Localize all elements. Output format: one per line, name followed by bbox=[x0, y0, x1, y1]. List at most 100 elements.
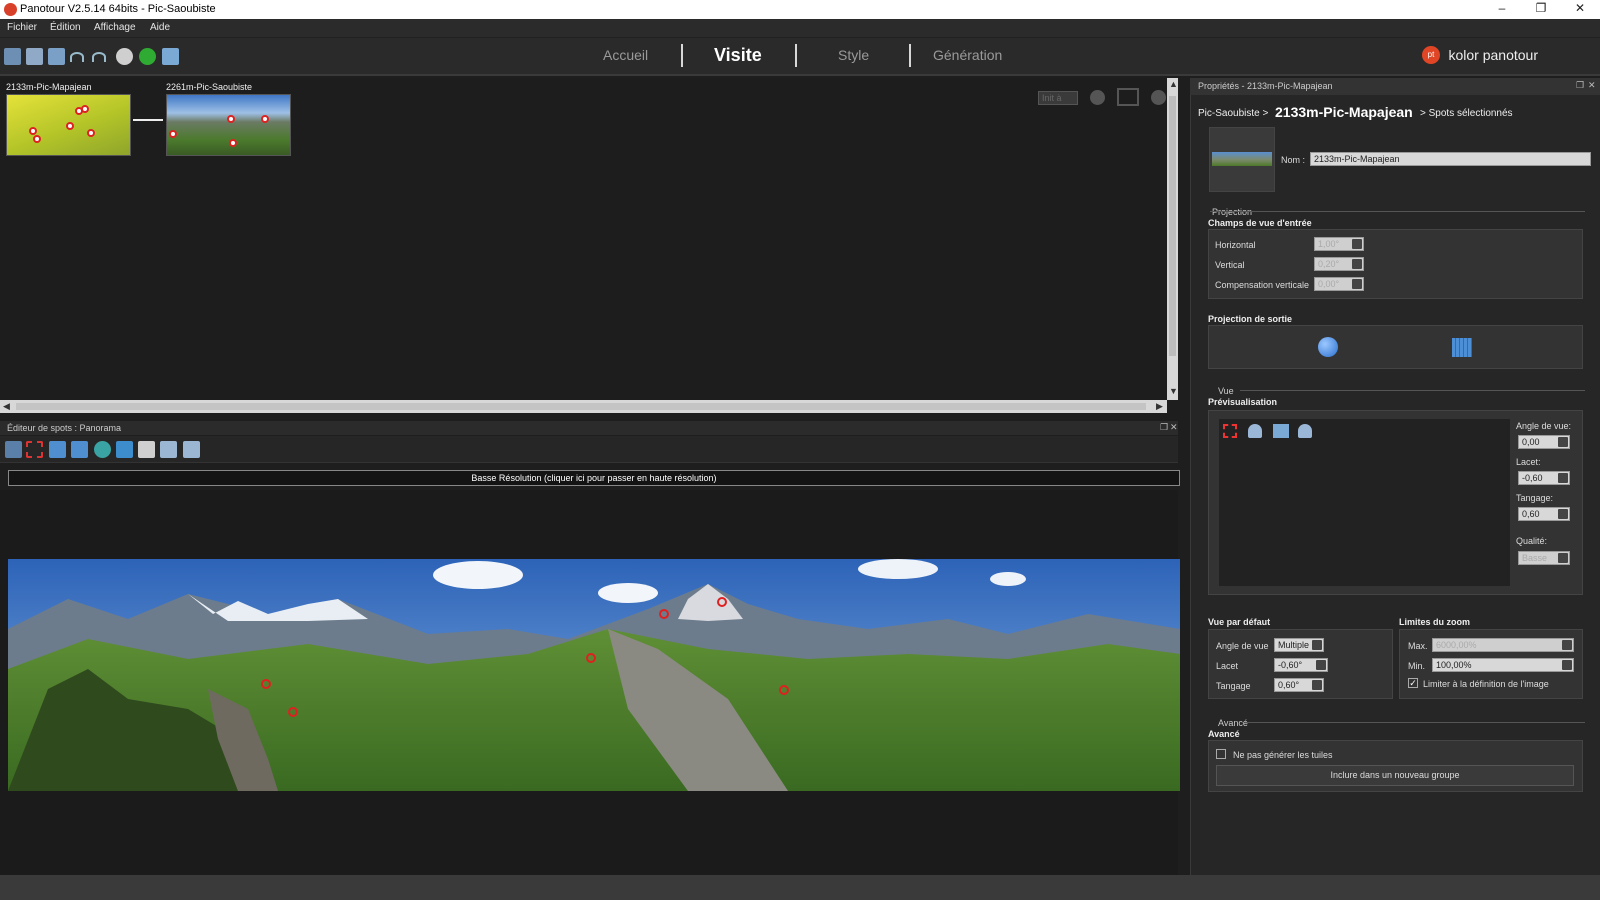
tab-style[interactable]: Style bbox=[838, 47, 869, 63]
add-point-spot-icon[interactable] bbox=[49, 441, 66, 458]
tour-vertical-scrollbar[interactable]: ▲ ▼ bbox=[1167, 78, 1178, 400]
tab-visite[interactable]: Visite bbox=[714, 45, 762, 66]
minimize-icon[interactable]: – bbox=[1488, 1, 1516, 15]
compensation-field[interactable]: 0,00° bbox=[1314, 277, 1364, 291]
scroll-up-icon[interactable]: ▲ bbox=[1169, 79, 1178, 89]
scroll-down-icon[interactable]: ▼ bbox=[1169, 386, 1178, 396]
spin-icon[interactable] bbox=[1352, 239, 1362, 249]
spot-marker[interactable] bbox=[81, 105, 89, 113]
maximize-icon[interactable]: ❐ bbox=[1527, 1, 1555, 15]
zoom-init-field[interactable]: Init à bbox=[1038, 91, 1078, 105]
tab-generation[interactable]: Génération bbox=[933, 47, 1002, 63]
spin-icon[interactable] bbox=[1352, 279, 1362, 289]
spin-icon[interactable] bbox=[1316, 660, 1326, 670]
add-picture-spot-icon[interactable] bbox=[183, 441, 200, 458]
scroll-left-icon[interactable]: ◀ bbox=[3, 401, 10, 412]
spin-icon[interactable] bbox=[1558, 509, 1568, 519]
spin-icon[interactable] bbox=[1352, 259, 1362, 269]
zoom-in-icon[interactable] bbox=[1151, 90, 1166, 105]
gear-icon[interactable] bbox=[116, 48, 133, 65]
close-icon[interactable]: ✕ bbox=[1566, 1, 1594, 15]
pano-thumbnail[interactable] bbox=[166, 94, 291, 156]
spot-marker[interactable] bbox=[229, 139, 237, 147]
play-icon[interactable] bbox=[139, 48, 156, 65]
default-tangage-label: Tangage bbox=[1216, 681, 1251, 691]
default-lacet-field[interactable]: -0,60° bbox=[1274, 658, 1328, 672]
add-zoom-spot-icon[interactable] bbox=[94, 441, 111, 458]
add-image-icon[interactable] bbox=[48, 48, 65, 65]
zoom-out-icon[interactable] bbox=[1248, 424, 1262, 438]
save-icon[interactable] bbox=[26, 48, 43, 65]
spot-marker[interactable] bbox=[29, 127, 37, 135]
tab-accueil[interactable]: Accueil bbox=[603, 47, 648, 63]
detach-icon[interactable]: ❐ bbox=[1576, 80, 1584, 91]
default-angle-select[interactable]: Multiple bbox=[1274, 638, 1324, 652]
spin-icon[interactable] bbox=[1312, 680, 1322, 690]
zoom-min-field[interactable]: 100,00% bbox=[1432, 658, 1574, 672]
spot-marker[interactable] bbox=[66, 122, 74, 130]
preview-window-icon[interactable] bbox=[162, 48, 179, 65]
menu-aide[interactable]: Aide bbox=[150, 22, 170, 33]
add-star-spot-icon[interactable] bbox=[116, 441, 133, 458]
limit-checkbox[interactable]: ✓ bbox=[1408, 678, 1418, 688]
flat-projection-icon[interactable] bbox=[1452, 338, 1472, 357]
properties-title: Propriétés - 2133m-Pic-Mapajean bbox=[1198, 81, 1333, 91]
scroll-right-icon[interactable]: ▶ bbox=[1156, 401, 1163, 412]
pano-thumbnail[interactable] bbox=[6, 94, 131, 156]
new-group-button[interactable]: Inclure dans un nouveau groupe bbox=[1216, 765, 1574, 786]
zoom-out-icon[interactable] bbox=[1090, 90, 1105, 105]
spot-marker[interactable] bbox=[261, 115, 269, 123]
horizontal-field[interactable]: 1,00° bbox=[1314, 237, 1364, 251]
preview-viewport[interactable] bbox=[1219, 419, 1510, 586]
tiles-checkbox[interactable] bbox=[1216, 749, 1226, 759]
menu-fichier[interactable]: Fichier bbox=[7, 22, 37, 33]
advanced-section[interactable]: Avancé bbox=[1218, 718, 1248, 728]
spin-icon[interactable] bbox=[1558, 437, 1568, 447]
add-pano-spot-icon[interactable] bbox=[160, 441, 177, 458]
chevron-down-icon[interactable] bbox=[1558, 553, 1568, 563]
zoom-in-icon[interactable] bbox=[1298, 424, 1312, 438]
spin-icon[interactable] bbox=[1562, 640, 1572, 650]
vertical-field[interactable]: 0,20° bbox=[1314, 257, 1364, 271]
breadcrumb-parent[interactable]: Pic-Saoubiste > bbox=[1198, 108, 1268, 119]
spin-icon[interactable] bbox=[1562, 660, 1572, 670]
qualite-select[interactable]: Basse bbox=[1518, 551, 1570, 565]
sphere-projection-icon[interactable] bbox=[1318, 337, 1338, 357]
tangage-field[interactable]: 0,60 bbox=[1518, 507, 1570, 521]
vue-section[interactable]: Vue bbox=[1218, 386, 1234, 396]
close-icon[interactable]: ✕ bbox=[1170, 422, 1178, 433]
add-polygon-spot-icon[interactable] bbox=[71, 441, 88, 458]
spot-marker[interactable] bbox=[33, 135, 41, 143]
tour-horizontal-scrollbar[interactable]: ◀ ▶ bbox=[0, 400, 1167, 413]
zoom-max-field[interactable]: 6000,00% bbox=[1432, 638, 1574, 652]
lacet-field[interactable]: -0,60 bbox=[1518, 471, 1570, 485]
redo-icon[interactable] bbox=[92, 52, 106, 62]
select-icon[interactable] bbox=[1223, 424, 1237, 438]
detach-icon[interactable]: ❐ bbox=[1160, 422, 1168, 433]
spot-marker[interactable] bbox=[227, 115, 235, 123]
menu-edition[interactable]: Édition bbox=[50, 22, 81, 33]
panorama-image[interactable] bbox=[8, 559, 1180, 791]
projection-section[interactable]: Projection bbox=[1212, 207, 1252, 217]
select-icon[interactable] bbox=[5, 441, 22, 458]
default-tangage-field[interactable]: 0,60° bbox=[1274, 678, 1324, 692]
pano-label: 2133m-Pic-Mapajean bbox=[6, 82, 92, 92]
name-field[interactable]: 2133m-Pic-Mapajean bbox=[1310, 152, 1591, 166]
add-image-spot-icon[interactable] bbox=[138, 441, 155, 458]
scrollbar-thumb[interactable] bbox=[1169, 96, 1176, 356]
spin-icon[interactable] bbox=[1558, 473, 1568, 483]
undo-icon[interactable] bbox=[70, 52, 84, 62]
fit-view-icon[interactable] bbox=[1273, 424, 1289, 438]
fit-view-icon[interactable] bbox=[1117, 88, 1139, 106]
scrollbar-thumb[interactable] bbox=[16, 403, 1146, 410]
close-icon[interactable]: ✕ bbox=[1588, 80, 1596, 91]
spot-marker[interactable] bbox=[169, 130, 177, 138]
selection-rect-icon[interactable] bbox=[26, 441, 43, 458]
menu-affichage[interactable]: Affichage bbox=[94, 22, 136, 33]
add-panorama-icon[interactable] bbox=[4, 48, 21, 65]
low-resolution-banner[interactable]: Basse Résolution (cliquer ici pour passe… bbox=[8, 470, 1180, 486]
spot-marker[interactable] bbox=[87, 129, 95, 137]
chevron-down-icon[interactable] bbox=[1312, 640, 1322, 650]
tour-canvas[interactable]: 2133m-Pic-Mapajean 2261m-Pic-Saoubiste I… bbox=[0, 78, 1178, 400]
angle-field[interactable]: 0,00 bbox=[1518, 435, 1570, 449]
